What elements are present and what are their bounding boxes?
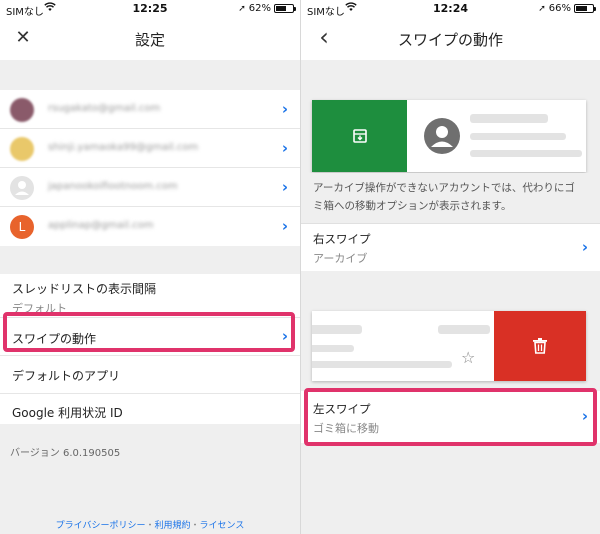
account-list: rsugakato@gmail.com › shinji.yamaoka99@g… [0, 90, 300, 246]
page-title: 設定 [134, 31, 165, 49]
battery-percent: 62% [248, 3, 271, 14]
account-email: japanookoifiootnoom.com [48, 181, 178, 192]
account-row[interactable]: L applinap@gmail.com › [0, 207, 300, 246]
avatar [10, 137, 34, 161]
settings-header: ✕ 設定 [0, 18, 300, 60]
swipe-header: ‹ スワイプの動作 [301, 18, 600, 60]
chevron-right-icon: › [281, 139, 288, 157]
account-row[interactable]: shinji.yamaoka99@gmail.com › [0, 129, 300, 168]
status-bar: SIMなし 12:24 ➚ 66% [301, 0, 600, 18]
account-email: rsugakato@gmail.com [48, 103, 161, 114]
right-swipe-label: 右スワイプ [313, 232, 371, 246]
avatar: L [10, 215, 34, 239]
location-icon: ➚ [538, 3, 546, 14]
left-swipe-preview-area: ☆ [301, 271, 600, 391]
right-swipe-preview-card [312, 100, 586, 172]
left-swipe-preview-card: ☆ [312, 311, 586, 381]
settings-screen: SIMなし 12:25 ➚ 62% ✕ 設定 rsugakato@gmail.c… [0, 0, 300, 534]
archive-note: アーカイブ操作ができないアカウントでは、代わりにゴミ箱への移動オプションが表示さ… [313, 182, 575, 212]
battery-icon [574, 4, 596, 13]
archive-action-box [312, 100, 407, 172]
screenshot-pair: SIMなし 12:25 ➚ 62% ✕ 設定 rsugakato@gmail.c… [0, 0, 600, 534]
bottom-gray-area [301, 443, 600, 534]
highlight-box [304, 388, 597, 446]
right-swipe-value: アーカイブ [313, 252, 368, 265]
archive-icon [353, 129, 367, 143]
section-gap [0, 246, 300, 274]
placeholder-line [312, 325, 362, 334]
archive-note-area: アーカイブ操作ができないアカウントでは、代わりにゴミ箱への移動オプションが表示さ… [301, 173, 600, 223]
google-usage-label: Google 利用状況 ID [12, 406, 123, 420]
placeholder-line [438, 325, 490, 334]
location-icon: ➚ [238, 3, 246, 14]
licenses-link[interactable]: ライセンス [200, 521, 245, 531]
thread-density-label: スレッドリストの表示間隔 [12, 282, 157, 296]
avatar [10, 176, 34, 200]
version-area: バージョン 6.0.190505 プライバシーポリシー・利用規約・ライセンス [0, 424, 300, 534]
account-email: shinji.yamaoka99@gmail.com [48, 142, 199, 153]
avatar [10, 98, 34, 122]
right-swipe-row[interactable]: 右スワイプ アーカイブ › [301, 223, 600, 271]
account-row[interactable]: rsugakato@gmail.com › [0, 90, 300, 129]
account-row[interactable]: japanookoifiootnoom.com › [0, 168, 300, 207]
chevron-right-icon: › [281, 100, 288, 118]
privacy-link[interactable]: プライバシーポリシー [56, 521, 146, 531]
highlight-box [3, 312, 295, 352]
placeholder-line [312, 361, 452, 368]
footer-links: プライバシーポリシー・利用規約・ライセンス [0, 518, 300, 531]
placeholder-line [470, 114, 548, 123]
chevron-right-icon: › [281, 217, 288, 235]
chevron-right-icon: › [581, 238, 588, 256]
account-email: applinap@gmail.com [48, 220, 154, 231]
placeholder-line [312, 345, 354, 352]
chevron-right-icon: › [281, 178, 288, 196]
status-bar: SIMなし 12:25 ➚ 62% [0, 0, 300, 18]
placeholder-line [470, 150, 582, 157]
battery-percent: 66% [548, 3, 571, 14]
version-label: バージョン 6.0.190505 [10, 448, 121, 459]
delete-action-box [494, 311, 586, 381]
page-title: スワイプの動作 [397, 31, 503, 49]
swipe-actions-screen: SIMなし 12:24 ➚ 66% ‹ スワイプの動作 アーカイブ操作ができない… [301, 0, 600, 534]
battery-icon [274, 4, 296, 13]
trash-icon [533, 338, 547, 354]
terms-link[interactable]: 利用規約 [154, 521, 190, 531]
default-apps-row[interactable]: デフォルトのアプリ [0, 356, 300, 394]
default-apps-label: デフォルトのアプリ [12, 369, 121, 383]
star-icon: ☆ [461, 348, 476, 367]
google-usage-row[interactable]: Google 利用状況 ID [0, 394, 300, 428]
person-avatar-icon [424, 118, 460, 154]
separator: ・ [190, 521, 200, 531]
section-gap [0, 60, 300, 90]
placeholder-line [470, 133, 566, 140]
